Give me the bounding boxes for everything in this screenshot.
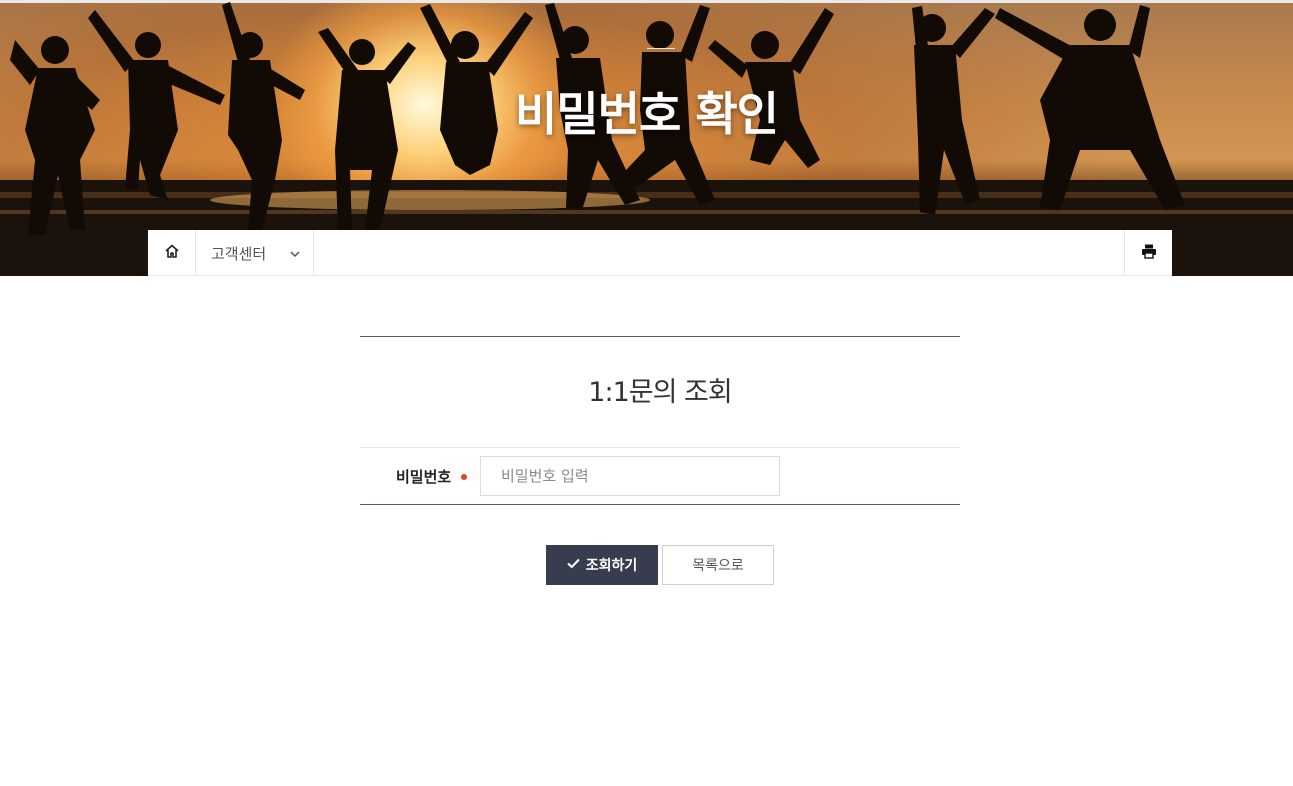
- check-icon: [567, 557, 580, 573]
- section-dropdown-label: 고객센터: [211, 244, 267, 263]
- required-indicator: [461, 474, 467, 480]
- submit-button[interactable]: 조회하기: [546, 545, 658, 585]
- form-title: 1:1문의 조회: [588, 377, 732, 408]
- password-input[interactable]: [480, 456, 780, 496]
- home-button[interactable]: [148, 230, 196, 276]
- print-icon: [1141, 243, 1157, 263]
- print-button[interactable]: [1124, 230, 1172, 276]
- list-button-label: 목록으로: [692, 558, 744, 574]
- list-button[interactable]: 목록으로: [662, 545, 774, 585]
- chevron-down-icon: [289, 246, 301, 264]
- panel-top-divider: [360, 336, 960, 337]
- password-label: 비밀번호: [396, 468, 452, 486]
- home-icon: [164, 243, 180, 263]
- submit-button-label: 조회하기: [585, 558, 638, 574]
- hero-dash-decoration: [647, 48, 675, 49]
- section-dropdown[interactable]: 고객센터: [196, 230, 314, 276]
- password-check-panel: 1:1문의 조회 비밀번호: [360, 336, 960, 505]
- password-row: 비밀번호: [360, 447, 960, 505]
- page-title: 비밀번호 확인: [515, 87, 779, 141]
- breadcrumb: 고객센터: [148, 230, 1172, 276]
